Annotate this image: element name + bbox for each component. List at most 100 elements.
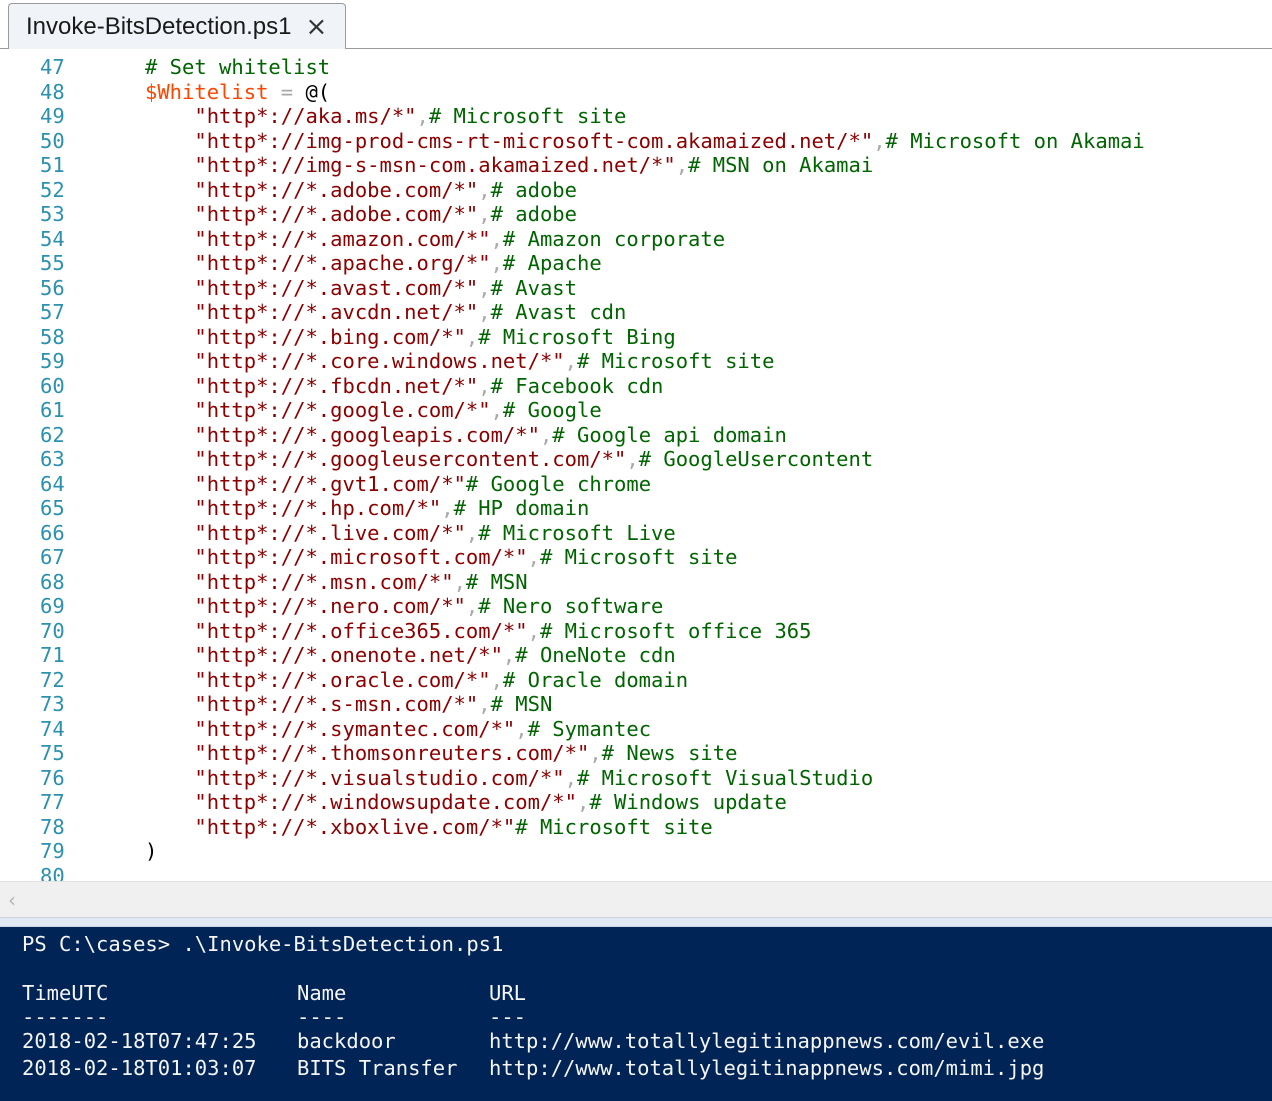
operator-token: , <box>453 569 466 594</box>
scroll-left-arrow-icon[interactable]: ‹ <box>8 888 16 912</box>
comment-token: # Windows update <box>589 790 787 814</box>
string-token: "http*://img-s-msn-com.akamaized.net/*" <box>145 153 676 177</box>
string-token: "http*://*.avcdn.net/*" <box>145 300 479 324</box>
line-number: 78 <box>40 814 65 839</box>
line-number: 49 <box>40 104 65 128</box>
code-text: "http*://aka.ms/*",# Microsoft site <box>145 104 626 129</box>
line-number: 55 <box>40 251 65 275</box>
code-text: "http*://*.gvt1.com/*"# Google chrome <box>145 472 651 497</box>
code-text: "http*://*.googleusercontent.com/*",# Go… <box>145 447 873 472</box>
code-text: "http*://*.hp.com/*",# HP domain <box>145 496 589 521</box>
operator-token: , <box>515 716 528 741</box>
string-token: "http*://*.google.com/*" <box>145 398 491 422</box>
code-token: @( <box>305 79 331 104</box>
string-token: "http*://*.avast.com/*" <box>145 275 479 300</box>
line-number: 52 <box>40 177 65 202</box>
tab-bar: Invoke-BitsDetection.ps1 × <box>0 0 1272 49</box>
result-url: http://www.totallylegitinappnews.com/mim… <box>489 1056 1045 1080</box>
operator-token: , <box>873 128 886 153</box>
line-number: 53 <box>40 202 65 226</box>
comment-token: # Set whitelist <box>145 55 331 79</box>
comment-token: # Oracle domain <box>502 667 689 692</box>
comment-token: # MSN on Akamai <box>688 153 874 177</box>
line-number: 75 <box>40 741 65 765</box>
comment-token: # HP domain <box>453 496 590 520</box>
comment-token: # Microsoft site <box>428 104 627 128</box>
string-token: "http*://*.msn.com/*" <box>145 569 454 594</box>
string-token: "http*://img-prod-cms-rt-microsoft-com.a… <box>145 128 874 153</box>
code-token: ) <box>145 839 158 863</box>
code-text: "http*://*.bing.com/*",# Microsoft Bing <box>145 325 675 350</box>
comment-token: # OneNote cdn <box>515 643 676 667</box>
line-number: 59 <box>40 349 65 373</box>
operator-token: , <box>527 618 540 643</box>
console-underline-row: ------- ---- --- <box>22 1004 526 1030</box>
comment-token: # adobe <box>490 177 577 202</box>
comment-token: # Google api domain <box>552 422 787 447</box>
code-text: ) <box>145 839 157 864</box>
header-name: Name <box>297 981 347 1005</box>
code-text: "http*://*.apache.org/*",# Apache <box>145 251 601 276</box>
code-text: "http*://*.avcdn.net/*",# Avast cdn <box>145 300 626 325</box>
string-token: "http*://*.office365.com/*" <box>145 618 528 643</box>
operator-token: , <box>478 300 491 324</box>
string-token: "http*://*.gvt1.com/*" <box>145 471 466 496</box>
line-number: 65 <box>40 496 65 520</box>
horizontal-scrollbar[interactable]: ‹ <box>0 881 1272 918</box>
console-header-row: TimeUTC Name URL <box>22 980 526 1006</box>
string-token: "http*://*.s-msn.com/*" <box>145 692 479 716</box>
script-editor[interactable]: 47 # Set whitelist 48 $Whitelist = @(49 "ht… <box>0 49 1272 881</box>
code-text: "http*://*.office365.com/*",# Microsoft … <box>145 619 811 644</box>
line-number: 77 <box>40 790 65 814</box>
console-prompt: PS C:\cases> .\Invoke-BitsDetection.ps1 <box>22 932 504 956</box>
header-timeutc: TimeUTC <box>22 981 109 1005</box>
code-text: "http*://*.googleapis.com/*",# Google ap… <box>145 422 787 448</box>
line-number: 48 <box>40 79 65 104</box>
close-icon[interactable]: × <box>305 14 327 40</box>
line-number: 58 <box>40 324 65 349</box>
operator-token: , <box>490 226 503 251</box>
string-token: "http*://aka.ms/*" <box>145 104 417 128</box>
underline-timeutc: ------- <box>22 1005 109 1029</box>
line-number: 64 <box>40 471 65 496</box>
tab-title: Invoke-BitsDetection.ps1 <box>26 12 292 40</box>
code-text: "http*://*.adobe.com/*",# adobe <box>145 178 577 203</box>
result-url: http://www.totallylegitinappnews.com/evi… <box>489 1029 1045 1053</box>
operator-token: , <box>478 692 491 716</box>
operator-token: , <box>675 153 689 177</box>
comment-token: # MSN <box>465 569 528 594</box>
comment-token: # Symantec <box>527 716 652 741</box>
string-token: "http*://*.googleusercontent.com/*" <box>145 447 627 471</box>
line-number: 50 <box>40 128 65 153</box>
operator-token: , <box>416 104 429 128</box>
string-token: "http*://*.hp.com/*" <box>145 496 442 520</box>
operator-token: , <box>490 667 503 692</box>
pane-splitter[interactable] <box>0 917 1272 927</box>
string-token: "http*://*.visualstudio.com/*" <box>145 765 565 790</box>
line-number: 63 <box>40 447 65 471</box>
variable-token: $Whitelist <box>145 79 269 104</box>
line-number: 51 <box>40 153 65 177</box>
operator-token: , <box>539 422 553 447</box>
code-text: "http*://*.xboxlive.com/*"# Microsoft si… <box>145 815 712 840</box>
operator-token: , <box>490 251 503 275</box>
operator-token: , <box>502 643 516 667</box>
code-text: "http*://*.fbcdn.net/*",# Facebook cdn <box>145 374 663 399</box>
result-timeutc: 2018-02-18T07:47:25 <box>22 1029 257 1053</box>
result-name: BITS Transfer <box>297 1056 458 1080</box>
comment-token: # Google chrome <box>465 471 652 496</box>
code-text: "http*://*.onenote.net/*",# OneNote cdn <box>145 643 676 668</box>
code-text: "http*://*.msn.com/*",# MSN <box>145 569 528 595</box>
code-text: "http*://*.thomsonreuters.com/*",# News … <box>145 741 737 766</box>
string-token: "http*://*.adobe.com/*" <box>145 177 479 202</box>
line-number: 71 <box>40 643 65 667</box>
comment-token: # Microsoft Live <box>478 520 676 545</box>
comment-token: # Amazon corporate <box>502 226 726 251</box>
string-token: "http*://*.adobe.com/*" <box>145 202 479 226</box>
console-pane[interactable]: PS C:\cases> .\Invoke-BitsDetection.ps1 … <box>0 927 1272 1101</box>
tab-invoke-bitsdetection[interactable]: Invoke-BitsDetection.ps1 × <box>8 3 346 49</box>
code-text: "http*://*.core.windows.net/*",# Microso… <box>145 349 774 374</box>
line-number: 57 <box>40 300 65 324</box>
string-token: "http*://*.live.com/*" <box>145 520 466 545</box>
line-number: 80 <box>40 863 65 882</box>
